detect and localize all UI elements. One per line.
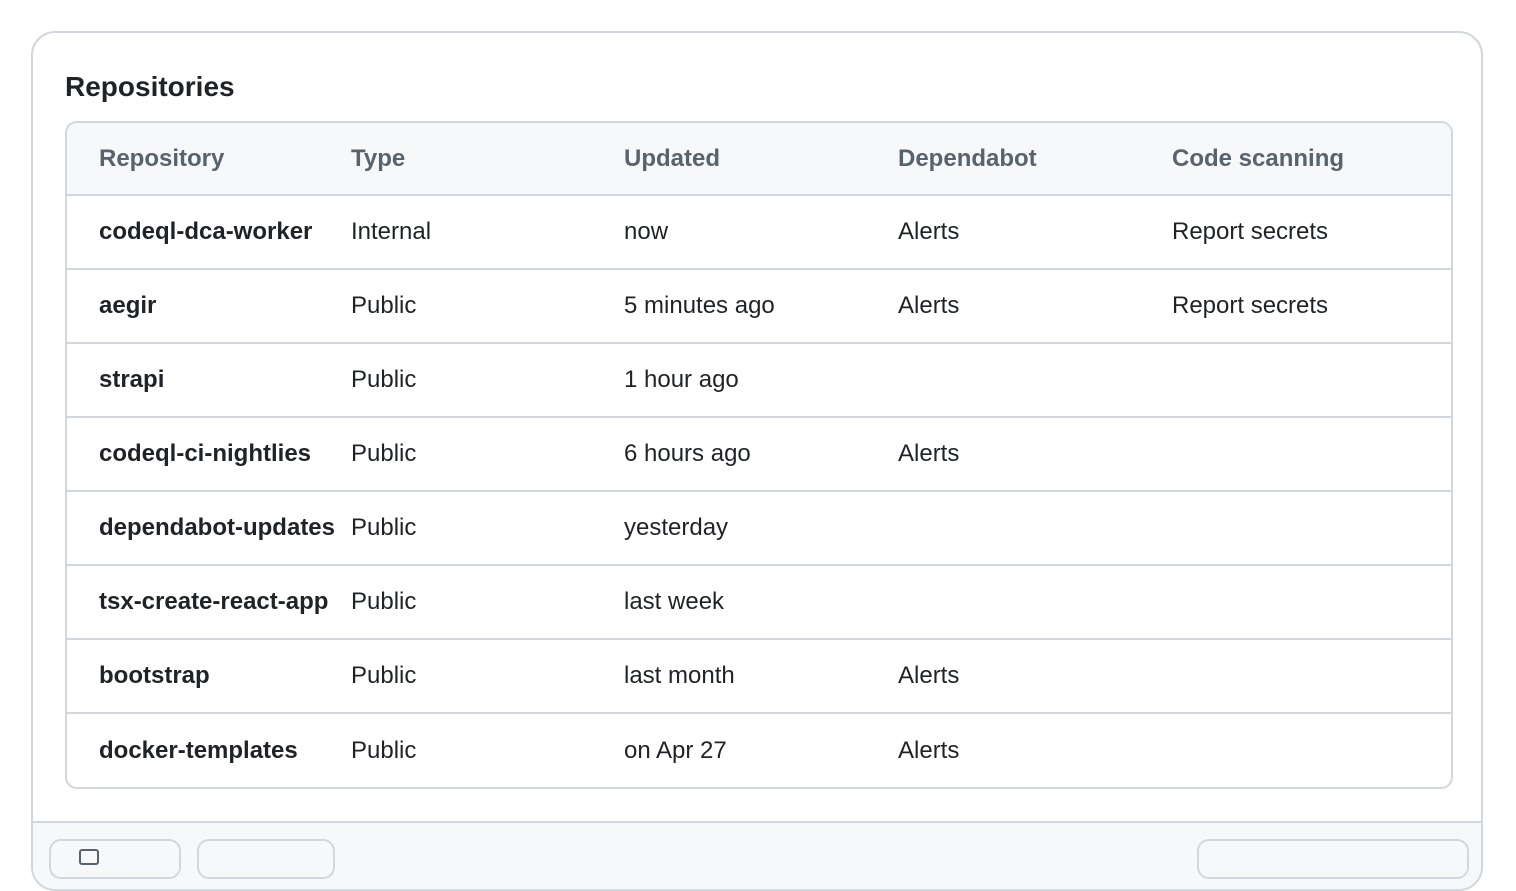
repository-updated: last week [624, 564, 898, 639]
repository-dependabot: Alerts [898, 712, 1172, 787]
column-header-dependabot[interactable]: Dependabot [898, 123, 1172, 196]
repository-code-scanning: Report secrets [1172, 268, 1451, 343]
repository-updated: now [624, 218, 669, 245]
repository-name[interactable]: strapi [67, 342, 351, 417]
repository-name[interactable]: tsx-create-react-app [67, 564, 351, 639]
repository-name[interactable]: codeql-dca-worker [67, 195, 351, 269]
footer-action-button[interactable] [1197, 839, 1469, 879]
column-header-code-scanning[interactable]: Code scanning [1172, 123, 1451, 196]
repository-code-scanning [1172, 490, 1451, 565]
column-header-repository[interactable]: Repository [67, 123, 351, 196]
table-row[interactable]: tsx-create-react-app Public last week [67, 564, 1451, 639]
panel-title: Repositories [65, 71, 235, 102]
repository-type: Public [351, 712, 624, 787]
repositories-table: Repository Type Updated Dependabot Code … [67, 123, 1451, 787]
repository-type: Public [351, 490, 624, 565]
repository-type: Public [351, 416, 624, 491]
repository-updated: 1 hour ago [624, 342, 898, 417]
repository-dependabot [898, 490, 1172, 565]
footer-view-button[interactable] [49, 839, 181, 879]
repository-updated: last month [624, 638, 898, 713]
panel-footer [33, 821, 1481, 889]
repository-dependabot: Alerts [898, 638, 1172, 713]
repository-name[interactable]: dependabot-updates [67, 490, 351, 565]
repository-name[interactable]: codeql-ci-nightlies [67, 416, 351, 491]
repository-name[interactable]: docker-templates [67, 712, 351, 787]
repository-dependabot: Alerts [898, 268, 1172, 343]
window-icon [79, 849, 99, 865]
repository-dependabot: Alerts [898, 218, 960, 245]
table-row[interactable]: bootstrap Public last month Alerts [67, 638, 1451, 713]
repository-type: Public [351, 638, 624, 713]
table-row[interactable]: dependabot-updates Public yesterday [67, 490, 1451, 565]
repositories-panel: Repositories Repository Type Updated Dep… [31, 31, 1483, 891]
table-row[interactable]: codeql-ci-nightlies Public 6 hours ago A… [67, 416, 1451, 491]
repository-code-scanning [1172, 712, 1451, 787]
repository-updated: yesterday [624, 490, 898, 565]
table-row[interactable]: codeql-dca-worker Internal now Alerts Re… [67, 195, 1451, 269]
repository-code-scanning [1172, 342, 1451, 417]
repository-updated: 6 hours ago [624, 416, 898, 491]
table-row[interactable]: strapi Public 1 hour ago [67, 342, 1451, 417]
repository-name[interactable]: bootstrap [67, 638, 351, 713]
column-header-updated[interactable]: Updated [624, 123, 898, 196]
repository-type: Public [351, 268, 624, 343]
repository-code-scanning [1172, 638, 1451, 713]
table-row[interactable]: aegir Public 5 minutes ago Alerts Report… [67, 268, 1451, 343]
repository-name[interactable]: aegir [67, 268, 351, 343]
column-header-type[interactable]: Type [351, 123, 624, 196]
table-row[interactable]: docker-templates Public on Apr 27 Alerts [67, 712, 1451, 787]
repository-code-scanning: Report secrets [1172, 218, 1329, 245]
repository-dependabot: Alerts [898, 416, 1172, 491]
repository-updated: on Apr 27 [624, 712, 898, 787]
repository-dependabot [898, 564, 1172, 639]
repository-type: Public [351, 564, 624, 639]
repository-type: Internal [351, 218, 432, 245]
repository-type: Public [351, 342, 624, 417]
repository-dependabot [898, 342, 1172, 417]
table-header-row: Repository Type Updated Dependabot Code … [67, 123, 1451, 196]
footer-secondary-button[interactable] [197, 839, 335, 879]
repository-code-scanning [1172, 564, 1451, 639]
repository-code-scanning [1172, 416, 1451, 491]
repositories-table-container: Repository Type Updated Dependabot Code … [65, 121, 1453, 789]
repository-updated: 5 minutes ago [624, 268, 898, 343]
